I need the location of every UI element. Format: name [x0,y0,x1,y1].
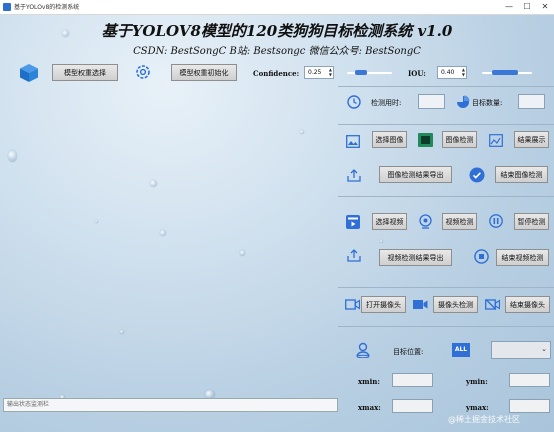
xmin-value [392,373,433,387]
stop-video-detect-button[interactable]: 结束视频检测 [496,249,549,266]
target-position-section: 目标位置: ALL ⌄ xmin: ymin: xmax: ymax: [338,326,554,417]
detect-time-label: 检测用时: [371,99,402,107]
select-video-button[interactable]: 选择视频 [372,213,407,230]
clock-icon [347,95,361,109]
close-button[interactable]: ✕ [536,0,554,14]
confidence-spinbox[interactable]: 0.25 ▲ ▼ [304,66,334,79]
gear-icon [136,65,150,79]
window-title: 基于YOLOv8的检测系统 [14,4,80,11]
video-section: 选择视频 视频检测 暂停检测 视频检测结果导出 结束视频检测 [338,196,554,287]
stop-camera-button[interactable]: 结束摄像头 [505,296,550,313]
ymax-value [509,399,550,413]
select-image-button[interactable]: 选择图像 [372,131,407,148]
export-icon [347,169,361,182]
target-count-label: 目标数量: [472,99,503,107]
page-title: 基于YOLOV8模型的120类狗狗目标检测系统 v1.0 [101,22,453,40]
xmax-label: xmax: [358,403,381,412]
video-camera-icon [345,299,360,310]
detection-display-area [4,85,335,393]
camera-detect-button[interactable]: 摄像头检测 [433,296,478,313]
app-window: 基于YOLOv8的检测系统 — ☐ ✕ 基于YOLOV8模型的120类狗狗目标检… [0,0,554,432]
location-person-icon [356,342,370,358]
watermark-text: @稀土掘金技术社区 [448,415,520,424]
iou-value: 0.40 [441,69,455,76]
chevron-down-icon[interactable]: ⌄ [541,345,547,353]
iou-label: IOU: [408,69,426,78]
image-detect-button[interactable]: 图像检测 [442,131,477,148]
iou-slider[interactable] [482,70,532,75]
status-output-field[interactable]: 输出状态监测栏 [3,398,338,412]
cube-icon [20,64,38,82]
video-detect-button[interactable]: 视频检测 [442,213,477,230]
confidence-value: 0.25 [308,69,322,76]
title-bar: 基于YOLOv8的检测系统 — ☐ ✕ [0,0,554,15]
pie-chart-icon [457,95,470,108]
export-image-results-button[interactable]: 图像检测结果导出 [379,166,452,183]
export-video-results-button[interactable]: 视频检测结果导出 [379,249,452,266]
ymin-value [509,373,550,387]
model-weight-select-button[interactable]: 模型权重选择 [52,64,118,81]
spin-arrows-icon[interactable]: ▲ ▼ [462,67,465,77]
target-position-label: 目标位置: [393,348,424,356]
stop-icon [474,249,489,264]
pause-icon [489,214,503,228]
detect-time-value [418,94,445,109]
image-detect-icon [418,133,433,147]
xmax-value [392,399,433,413]
ymax-label: ymax: [466,403,489,412]
image-icon [346,135,360,148]
confidence-slider-handle[interactable] [355,70,367,75]
image-result-icon [489,134,503,147]
target-select-combobox[interactable]: ⌄ [491,341,551,359]
check-circle-icon [469,167,485,183]
iou-spinbox[interactable]: 0.40 ▲ ▼ [437,66,467,79]
video-file-icon [346,215,360,229]
maximize-button[interactable]: ☐ [518,0,536,14]
target-count-value [518,94,545,109]
minimize-button[interactable]: — [500,0,518,14]
camera-detect-icon [413,300,428,309]
confidence-label: Confidence: [253,69,300,78]
camera-off-icon [485,299,500,310]
stats-panel: 检测用时: 目标数量: [338,86,554,125]
iou-slider-handle[interactable] [492,70,518,75]
page-subtitle: CSDN: BestSongC B站: Bestsongc 微信公众号: Bes… [133,46,421,57]
pause-detect-button[interactable]: 暂停检测 [514,213,549,230]
xmin-label: xmin: [358,377,380,386]
camera-section: 打开摄像头 摄像头检测 结束摄像头 [338,287,554,326]
all-icon: ALL [452,343,470,357]
model-weight-init-button[interactable]: 模型权重初始化 [171,64,237,81]
spin-arrows-icon[interactable]: ▲ ▼ [329,67,332,77]
image-section: 选择图像 图像检测 结果展示 图像检测结果导出 结束图像检测 [338,124,554,197]
open-camera-button[interactable]: 打开摄像头 [361,296,406,313]
ymin-label: ymin: [466,377,488,386]
confidence-slider[interactable] [347,70,392,75]
show-results-button[interactable]: 结果展示 [514,131,549,148]
app-icon [3,3,11,11]
webcam-icon [419,214,432,229]
stop-image-detect-button[interactable]: 结束图像检测 [495,166,548,183]
export-icon [347,249,361,262]
